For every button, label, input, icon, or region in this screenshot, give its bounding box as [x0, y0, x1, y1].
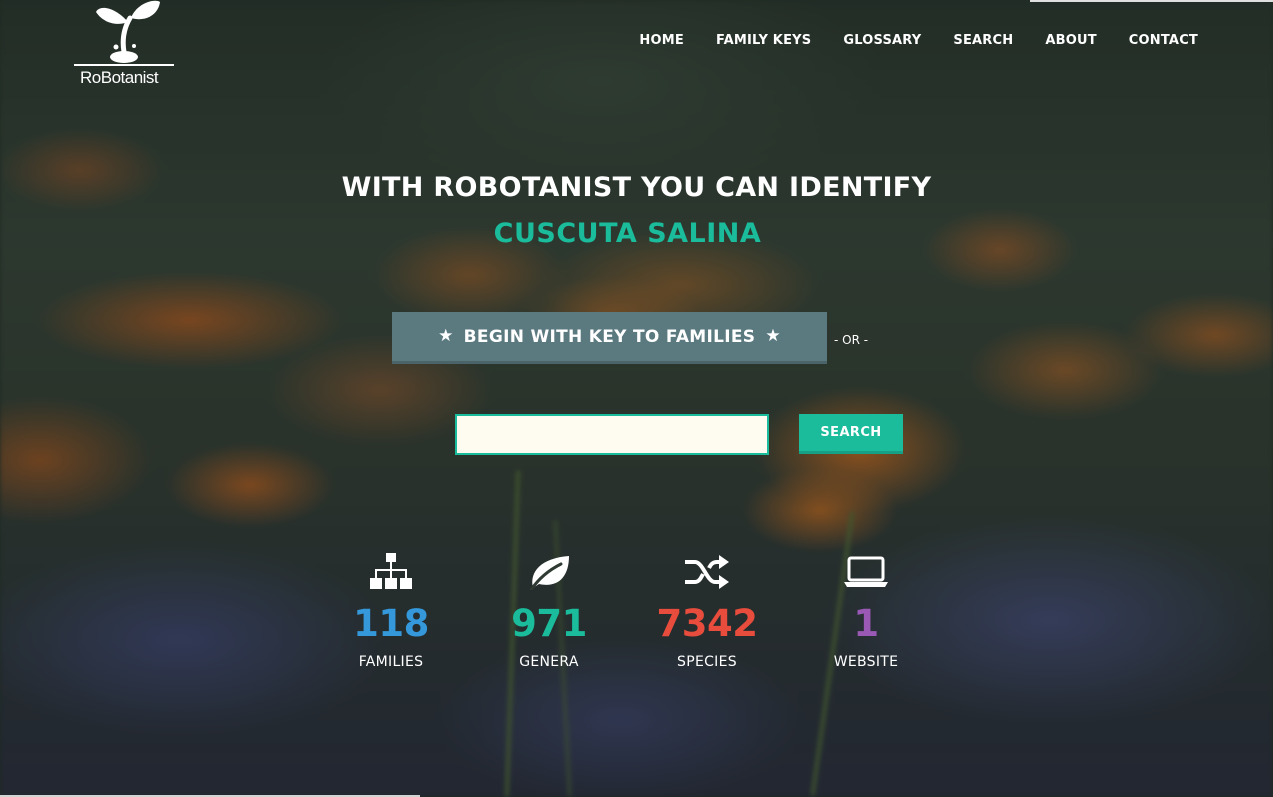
stat-label: FAMILIES [358, 654, 424, 671]
logo-wordmark: RoBotanist [80, 68, 159, 87]
stat-label: GENERA [519, 654, 579, 671]
or-separator: - OR - [834, 333, 869, 347]
nav-search[interactable]: SEARCH [953, 33, 1013, 48]
stat-species: 7342 SPECIES [627, 550, 787, 670]
stat-value: 118 [353, 602, 429, 645]
star-icon: ★ [438, 326, 454, 346]
nav-family-keys[interactable]: FAMILY KEYS [716, 33, 811, 48]
nav-glossary[interactable]: GLOSSARY [843, 33, 921, 48]
stat-label: WEBSITE [833, 654, 899, 671]
nav-home[interactable]: HOME [639, 33, 684, 48]
featured-species[interactable]: CUSCUTA SALINA [0, 218, 1255, 249]
sitemap-icon [311, 550, 471, 594]
star-icon: ★ [765, 326, 781, 346]
stat-families: 118 FAMILIES [311, 550, 471, 670]
begin-key-label: BEGIN WITH KEY TO FAMILIES [463, 326, 756, 347]
background-image [0, 0, 1273, 797]
leaf-icon [469, 550, 629, 594]
stat-value: 7342 [656, 602, 758, 645]
top-edge-line [1030, 0, 1273, 2]
stat-label: SPECIES [677, 654, 737, 671]
laptop-icon [786, 550, 946, 594]
search-button[interactable]: SEARCH [799, 414, 903, 454]
stat-website: 1 WEBSITE [786, 550, 946, 670]
shuffle-icon [627, 550, 787, 594]
begin-key-button[interactable]: ★ BEGIN WITH KEY TO FAMILIES ★ [392, 312, 827, 364]
stat-genera: 971 GENERA [469, 550, 629, 670]
nav-contact[interactable]: CONTACT [1129, 33, 1198, 48]
nav-about[interactable]: ABOUT [1045, 33, 1096, 48]
search-input[interactable] [455, 414, 769, 455]
stat-value: 971 [511, 602, 587, 645]
hero-headline: WITH ROBOTANIST YOU CAN IDENTIFY [341, 172, 932, 203]
main-nav: HOME FAMILY KEYS GLOSSARY SEARCH ABOUT C… [607, 33, 1198, 48]
stat-value: 1 [853, 602, 879, 645]
